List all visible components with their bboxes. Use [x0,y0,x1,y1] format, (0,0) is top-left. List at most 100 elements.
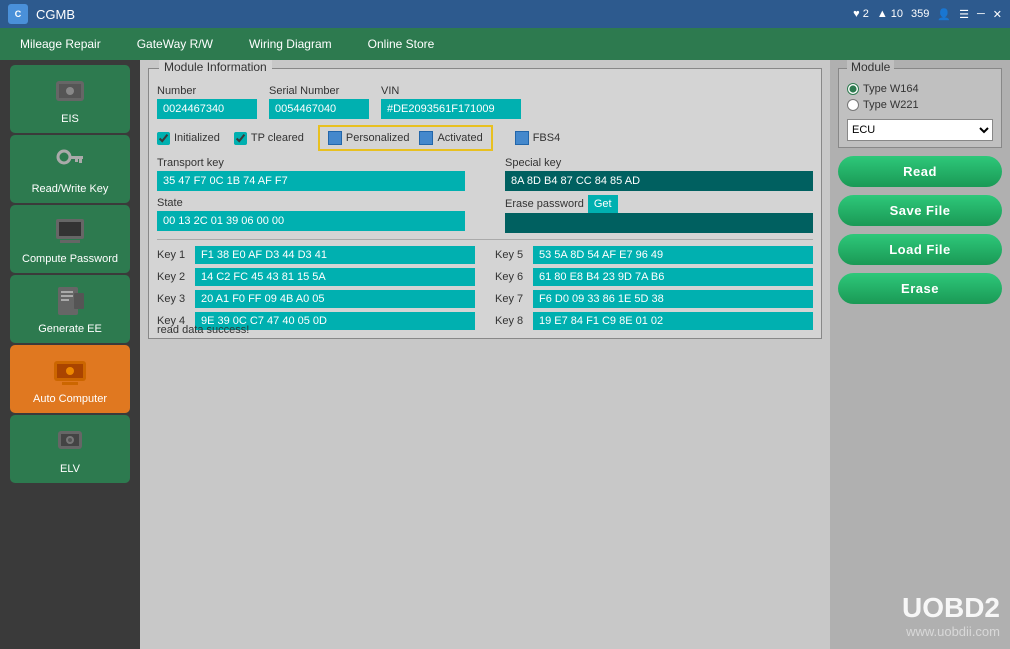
key-label-7: Key 8 [495,315,527,327]
watermark-main: UOBD2 [902,592,1000,624]
key-value-6[interactable]: F6 D0 09 33 86 1E 5D 38 [533,290,813,308]
key-value-0[interactable]: F1 38 E0 AF D3 44 D3 41 [195,246,475,264]
nav-bar: Mileage Repair GateWay R/W Wiring Diagra… [0,28,1010,60]
number-value[interactable]: 0024467340 [157,99,257,119]
key-value-1[interactable]: 14 C2 FC 45 43 81 15 5A [195,268,475,286]
app-title: CGMB [36,7,853,22]
wifi-icon: ▲ 10 [877,8,903,20]
type-w221-radio-item[interactable]: Type W221 [847,99,993,111]
load-file-button[interactable]: Load File [838,234,1002,265]
sidebar: EIS Read/Write Key Compute Password Gene… [0,60,140,649]
sidebar-item-eis[interactable]: EIS [10,65,130,133]
personalized-checkbox-item[interactable]: Personalized [328,131,410,145]
serial-value[interactable]: 0054467040 [269,99,369,119]
sidebar-eis-label: EIS [61,113,79,125]
get-button[interactable]: Get [588,195,618,213]
sidebar-auto-computer-label: Auto Computer [33,393,107,405]
key-value-7[interactable]: 19 E7 84 F1 C9 8E 01 02 [533,312,813,330]
type-w221-label: Type W221 [863,99,919,111]
type-w164-radio[interactable] [847,83,859,95]
key-label-6: Key 7 [495,293,527,305]
elv-icon [52,423,88,459]
key-label-0: Key 1 [157,249,189,261]
vin-label: VIN [381,85,521,97]
key-row-2: Key 3 20 A1 F0 FF 09 4B A0 05 [157,290,475,308]
sidebar-item-read-write-key[interactable]: Read/Write Key [10,135,130,203]
module-info-title: Module Information [159,60,272,74]
erase-password-label: Erase password [505,198,584,210]
key-row-6: Key 7 F6 D0 09 33 86 1E 5D 38 [495,290,813,308]
sidebar-read-write-key-label: Read/Write Key [32,183,109,195]
personalized-label: Personalized [346,132,410,144]
key-value-5[interactable]: 61 80 E8 B4 23 9D 7A B6 [533,268,813,286]
initialized-label: Initialized [174,132,220,144]
key-row-7: Key 8 19 E7 84 F1 C9 8E 01 02 [495,312,813,330]
minimize-button[interactable]: ─ [977,8,985,20]
watermark: UOBD2 www.uobdii.com [902,592,1000,639]
fbs4-checkbox[interactable] [515,131,529,145]
watermark-sub: www.uobdii.com [902,624,1000,639]
erase-button[interactable]: Erase [838,273,1002,304]
sidebar-elv-label: ELV [60,463,80,475]
activated-checkbox[interactable] [419,131,433,145]
keys-grid: Key 1 F1 38 E0 AF D3 44 D3 41 Key 5 53 5… [157,246,813,330]
sidebar-item-generate-ee[interactable]: Generate EE [10,275,130,343]
nav-gateway-rw[interactable]: GateWay R/W [129,33,221,55]
sidebar-item-elv[interactable]: ELV [10,415,130,483]
fbs4-checkbox-item[interactable]: FBS4 [515,131,561,145]
sidebar-item-auto-computer[interactable]: Auto Computer [10,345,130,413]
tp-cleared-label: TP cleared [251,132,304,144]
menu-icon[interactable]: ☰ [959,8,969,21]
status-bar: read data success! [157,324,249,336]
erase-row: Erase password Get [505,195,813,213]
key-row-0: Key 1 F1 38 E0 AF D3 44 D3 41 [157,246,475,264]
serial-label: Serial Number [269,85,369,97]
nav-online-store[interactable]: Online Store [360,33,443,55]
activated-checkbox-item[interactable]: Activated [419,131,482,145]
title-bar: C CGMB ♥ 2 ▲ 10 359 👤 ☰ ─ ✕ [0,0,1010,28]
special-key-value[interactable]: 8A 8D B4 87 CC 84 85 AD [505,171,813,191]
nav-mileage-repair[interactable]: Mileage Repair [12,33,109,55]
initialized-checkbox[interactable] [157,132,170,145]
battery-icon: ♥ 2 [853,8,869,20]
ecu-select[interactable]: ECU [847,119,993,141]
key-row-4: Key 5 53 5A 8D 54 AF E7 96 49 [495,246,813,264]
read-button[interactable]: Read [838,156,1002,187]
tp-cleared-checkbox[interactable] [234,132,247,145]
sidebar-item-compute-password[interactable]: Compute Password [10,205,130,273]
personalized-checkbox[interactable] [328,131,342,145]
save-file-button[interactable]: Save File [838,195,1002,226]
special-key-label: Special key [505,157,813,169]
auto-computer-icon [52,353,88,389]
generate-icon [52,283,88,319]
center-panel: Module Information Number 0024467340 Ser… [140,60,830,649]
initialized-checkbox-item[interactable]: Initialized [157,132,220,145]
type-w164-radio-item[interactable]: Type W164 [847,83,993,95]
tp-cleared-checkbox-item[interactable]: TP cleared [234,132,304,145]
user-icon: 👤 [937,8,951,21]
state-value[interactable]: 00 13 2C 01 39 06 00 00 [157,211,465,231]
transport-key-label: Transport key [157,157,465,169]
key-row-5: Key 6 61 80 E8 B4 23 9D 7A B6 [495,268,813,286]
transport-key-value[interactable]: 35 47 F7 0C 1B 74 AF F7 [157,171,465,191]
erase-password-value[interactable] [505,213,813,233]
divider [157,239,813,240]
nav-wiring-diagram[interactable]: Wiring Diagram [241,33,340,55]
key-label-4: Key 5 [495,249,527,261]
sidebar-generate-ee-label: Generate EE [38,323,102,335]
right-data-column: Special key 8A 8D B4 87 CC 84 85 AD Eras… [505,157,813,233]
signal-label: 359 [911,8,929,20]
key-row-1: Key 2 14 C2 FC 45 43 81 15 5A [157,268,475,286]
key-value-4[interactable]: 53 5A 8D 54 AF E7 96 49 [533,246,813,264]
close-button[interactable]: ✕ [993,8,1002,21]
main-content: EIS Read/Write Key Compute Password Gene… [0,60,1010,649]
activated-label: Activated [437,132,482,144]
module-info-box: Module Information Number 0024467340 Ser… [148,68,822,339]
vin-value[interactable]: #DE2093561F171009 [381,99,521,119]
number-label: Number [157,85,257,97]
key-label-2: Key 3 [157,293,189,305]
module-box-title: Module [847,60,894,74]
status-text: read data success! [157,324,249,336]
type-w221-radio[interactable] [847,99,859,111]
key-value-2[interactable]: 20 A1 F0 FF 09 4B A0 05 [195,290,475,308]
